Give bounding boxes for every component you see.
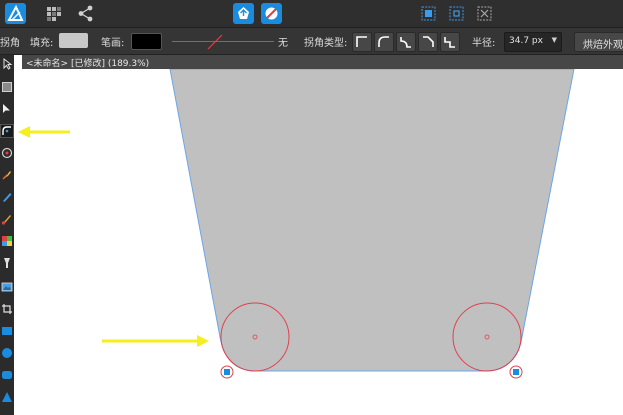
corner-type-none-button[interactable] <box>352 32 372 52</box>
tool-name-label: 拐角 <box>0 38 20 49</box>
artboard-tool-icon[interactable] <box>1 81 13 93</box>
radius-field[interactable]: 34.7 px ▼ <box>504 32 562 52</box>
corner-type-chamfer-button[interactable] <box>418 32 438 52</box>
insert-behind-icon[interactable] <box>418 3 439 24</box>
snapping-icon[interactable] <box>233 3 254 24</box>
fill-tool-icon[interactable] <box>1 235 13 247</box>
corner-type-rounded-button[interactable] <box>374 32 394 52</box>
rectangle-tool-icon[interactable] <box>1 325 13 337</box>
pen-tool-icon[interactable] <box>1 169 13 181</box>
top-toolbar <box>0 0 623 28</box>
left-corner-node <box>220 365 234 379</box>
insert-top-icon[interactable] <box>474 3 495 24</box>
move-tool-icon[interactable] <box>1 57 13 70</box>
corner-type-concave-button[interactable] <box>396 32 416 52</box>
point-transform-icon[interactable] <box>1 147 13 159</box>
corner-type-straight-button[interactable] <box>440 32 460 52</box>
corner-type-label: 拐角类型: <box>304 38 348 49</box>
node-tool-icon[interactable] <box>1 103 13 115</box>
radius-value: 34.7 px <box>509 36 543 46</box>
persona-pixel-icon[interactable] <box>43 3 64 24</box>
tools-panel <box>0 55 14 415</box>
bake-appearance-label: 烘焙外观 <box>583 40 623 51</box>
bake-appearance-button[interactable]: 烘焙外观 <box>574 32 623 52</box>
place-image-icon[interactable] <box>1 281 13 293</box>
canvas[interactable] <box>14 69 623 415</box>
fill-swatch[interactable] <box>59 33 88 48</box>
radius-label: 半径: <box>472 38 496 49</box>
corner-tool-icon[interactable] <box>0 124 14 138</box>
document-tab-title: <未命名> [已修改] (189.3%) <box>26 59 150 69</box>
crop-tool-icon[interactable] <box>1 303 13 315</box>
stroke-swatch[interactable] <box>131 33 162 50</box>
canvas-artwork <box>102 69 575 379</box>
insert-inside-icon[interactable] <box>446 3 467 24</box>
fill-label: 填充: <box>30 38 54 49</box>
ellipse-tool-icon[interactable] <box>1 347 13 359</box>
stroke-width-slider-null-mark <box>207 33 223 50</box>
document-tab[interactable]: <未命名> [已修改] (189.3%) <box>22 55 623 69</box>
transparency-tool-icon[interactable] <box>1 257 13 269</box>
stroke-width-value: 无 <box>278 38 288 49</box>
affinity-designer-logo-icon[interactable] <box>5 3 26 24</box>
pencil-tool-icon[interactable] <box>1 191 13 203</box>
hide-selection-icon[interactable] <box>261 3 282 24</box>
persona-export-icon[interactable] <box>75 3 96 24</box>
vector-brush-icon[interactable] <box>1 213 13 225</box>
triangle-tool-icon[interactable] <box>1 391 13 403</box>
right-corner-node <box>509 365 523 379</box>
annotation-arrow-corner <box>102 335 209 347</box>
stroke-label: 笔画: <box>101 38 125 49</box>
context-toolbar: 拐角 填充: 笔画: 无 拐角类型: 半径: 34.7 px ▼ 烘焙外观 <box>0 28 623 55</box>
selected-shape <box>169 69 575 372</box>
chevron-down-icon[interactable]: ▼ <box>552 36 557 44</box>
rounded-rect-tool-icon[interactable] <box>1 369 13 381</box>
annotation-arrow-tool <box>18 126 70 138</box>
